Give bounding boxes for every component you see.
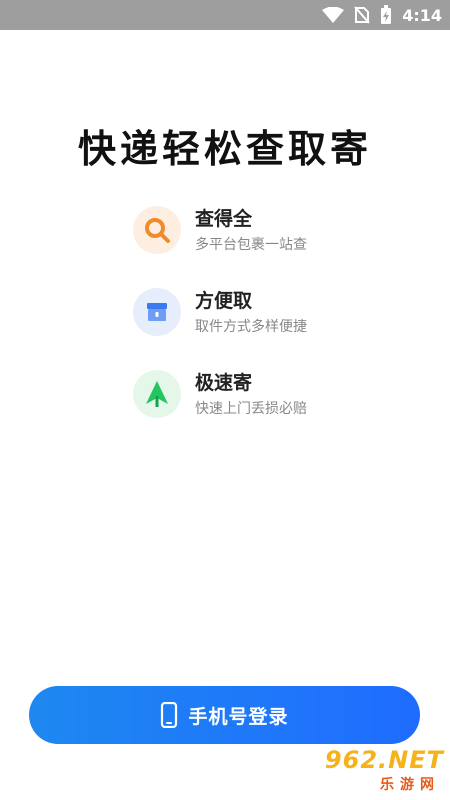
status-icons: 4:14 <box>322 0 442 30</box>
battery-charging-icon <box>381 5 392 24</box>
watermark-logo: 962.NET 乐游网 <box>314 746 444 794</box>
phone-icon <box>161 702 178 728</box>
wifi-icon <box>322 7 345 23</box>
locker-icon <box>133 288 181 336</box>
feature-title: 方便取 <box>195 290 253 312</box>
feature-desc: 多平台包裹一站查 <box>195 237 307 253</box>
login-button-label: 手机号登录 <box>188 705 289 728</box>
phone-login-button[interactable]: 手机号登录 <box>29 686 420 744</box>
watermark-bottom-text: 乐游网 <box>380 777 440 793</box>
feature-item-pickup: 方便取 取件方式多样便捷 <box>133 286 433 336</box>
feature-item-send: 极速寄 快速上门丢损必赔 <box>133 368 433 418</box>
feature-item-search: 查得全 多平台包裹一站查 <box>133 204 433 254</box>
page-title: 快递轻松查取寄 <box>77 127 372 171</box>
no-sim-icon <box>354 6 370 24</box>
feature-desc: 取件方式多样便捷 <box>195 319 307 335</box>
status-time: 4:14 <box>402 5 442 25</box>
rocket-icon <box>133 370 181 418</box>
search-icon <box>133 206 181 254</box>
status-bar: 4:14 <box>0 0 450 30</box>
feature-title: 极速寄 <box>195 372 253 394</box>
feature-title: 查得全 <box>195 208 253 230</box>
feature-desc: 快速上门丢损必赔 <box>195 401 307 417</box>
watermark-top-text: 962.NET <box>324 746 444 774</box>
